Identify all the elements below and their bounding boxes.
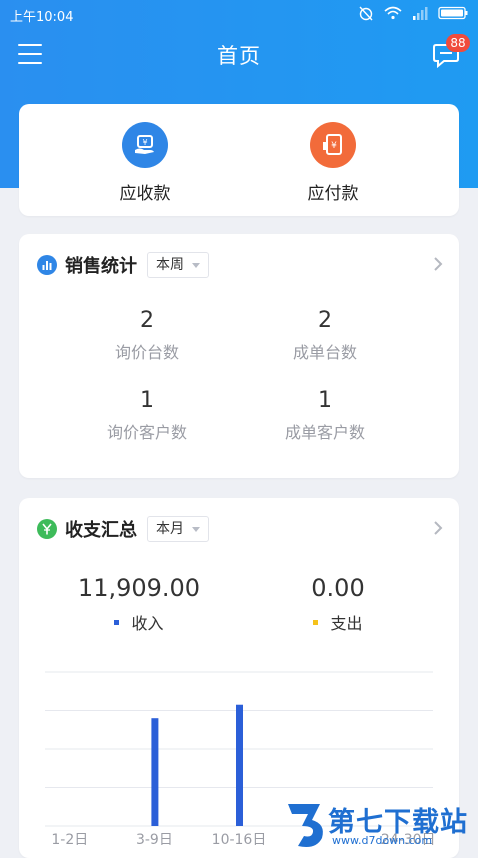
status-icons	[358, 5, 468, 21]
receivable-label: 应收款	[119, 184, 171, 204]
svg-text:¥: ¥	[331, 141, 337, 151]
stat-label: 成单台数	[292, 343, 357, 362]
stat-deal-customers: 1 成单客户数	[235, 388, 415, 443]
payable-button[interactable]: ¥ 应付款	[273, 122, 393, 204]
wifi-icon	[384, 6, 402, 20]
payable-label: 应付款	[307, 184, 359, 204]
signal-icon	[413, 7, 428, 20]
caret-down-icon	[192, 262, 200, 268]
stat-label: 询价客户数	[106, 423, 187, 442]
receivable-icon: ¥	[122, 122, 168, 168]
stat-inquiry-customers: 1 询价客户数	[57, 388, 237, 443]
svg-text:¥: ¥	[142, 138, 147, 147]
chart-bar	[151, 718, 159, 826]
stat-value: 2	[140, 308, 154, 333]
sales-stats-card: 销售统计 本周 2 询价台数 2 成单台数 1 询价客户数 1 成单客户数	[19, 234, 459, 478]
message-count-badge: 88	[446, 34, 470, 52]
page-title: 首页	[217, 44, 261, 68]
stat-value: 1	[318, 388, 332, 413]
stat-value: 2	[318, 308, 332, 333]
quick-actions-card: ¥ 应收款 ¥ 应付款	[19, 104, 459, 216]
watermark-emblem	[288, 804, 323, 847]
battery-icon	[438, 6, 468, 20]
stat-deal-units: 2 成单台数	[235, 308, 415, 363]
chart-bar	[236, 704, 243, 826]
sales-period-select[interactable]: 本周	[147, 252, 209, 278]
watermark-url: www.d7down.com	[332, 834, 433, 847]
chevron-right-icon[interactable]	[433, 256, 443, 272]
sales-stats-title: 销售统计	[65, 256, 137, 277]
watermark-logo: 第七下载站 www.d7down.com	[282, 798, 478, 850]
stat-inquiry-units: 2 询价台数	[57, 308, 237, 363]
stat-value: 1	[140, 388, 154, 413]
stat-label: 成单客户数	[284, 423, 365, 442]
receivable-button[interactable]: ¥ 应收款	[85, 122, 205, 204]
status-bar: 上午10:04	[0, 0, 478, 28]
chart-tick-label: 10-16日	[212, 832, 267, 848]
bar-chart-icon	[37, 255, 57, 275]
title-bar: 首页	[0, 28, 478, 84]
stat-label: 询价台数	[114, 343, 179, 362]
alarm-off-icon	[359, 6, 373, 21]
payable-icon: ¥	[310, 122, 356, 168]
sales-stats-header: 销售统计 本周	[37, 252, 209, 278]
chart-tick-label: 3-9日	[136, 832, 173, 848]
chart-tick-label: 1-2日	[51, 832, 88, 848]
sales-period-value: 本周	[156, 257, 184, 273]
status-time: 上午10:04	[10, 10, 74, 25]
